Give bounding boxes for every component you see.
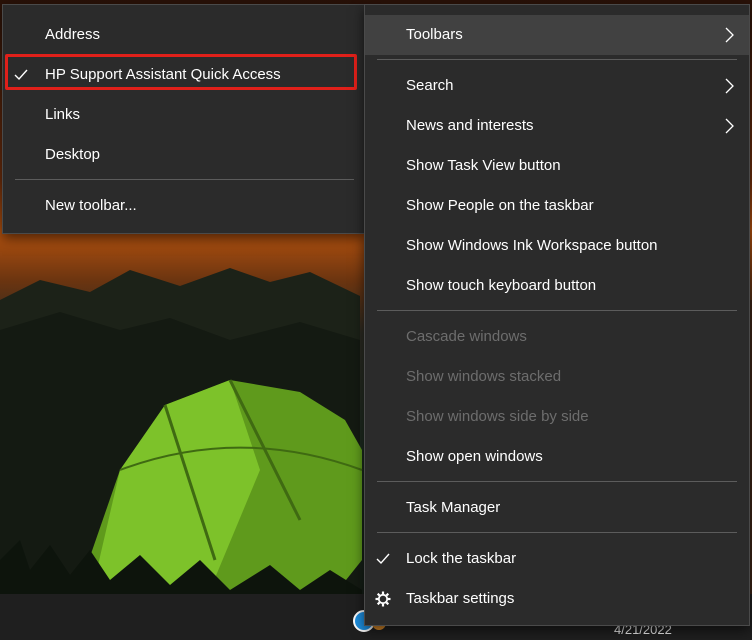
menu-item-news-and-interests[interactable]: News and interests (365, 106, 749, 146)
submenu-item-label: New toolbar... (45, 197, 137, 214)
menu-item-label: News and interests (406, 117, 534, 134)
menu-item-cascade-windows: Cascade windows (365, 317, 749, 357)
submenu-item-label: Desktop (45, 146, 101, 163)
taskbar-context-menu: Toolbars Search News and interests Show … (364, 4, 750, 626)
submenu-item-desktop[interactable]: Desktop (3, 135, 366, 175)
submenu-item-label: Address (45, 26, 101, 43)
submenu-item-links[interactable]: Links (3, 95, 366, 135)
menu-item-label: Search (406, 77, 454, 94)
menu-separator (15, 179, 354, 180)
menu-item-label: Show Windows Ink Workspace button (406, 237, 658, 254)
gear-icon (375, 579, 391, 619)
toolbars-submenu: Address HP Support Assistant Quick Acces… (2, 4, 367, 234)
menu-item-windows-stacked: Show windows stacked (365, 357, 749, 397)
menu-item-label: Show windows stacked (406, 368, 562, 385)
menu-separator (377, 532, 737, 533)
menu-item-windows-side-by-side: Show windows side by side (365, 397, 749, 437)
menu-item-label: Toolbars (406, 26, 463, 43)
menu-separator (377, 59, 737, 60)
menu-item-label: Show People on the taskbar (406, 197, 594, 214)
chevron-right-icon (725, 78, 734, 94)
menu-item-label: Cascade windows (406, 328, 527, 345)
menu-item-label: Lock the taskbar (406, 550, 517, 567)
menu-item-toolbars[interactable]: Toolbars (365, 15, 749, 55)
menu-item-label: Show Task View button (406, 157, 561, 174)
checkmark-icon (375, 539, 391, 579)
menu-item-show-people[interactable]: Show People on the taskbar (365, 186, 749, 226)
menu-item-show-task-view[interactable]: Show Task View button (365, 146, 749, 186)
menu-item-label: Show open windows (406, 448, 543, 465)
highlight-annotation (5, 54, 357, 90)
menu-separator (377, 310, 737, 311)
submenu-item-address[interactable]: Address (3, 15, 366, 55)
menu-item-label: Show touch keyboard button (406, 277, 597, 294)
menu-item-show-touch-keyboard[interactable]: Show touch keyboard button (365, 266, 749, 306)
submenu-item-label: Links (45, 106, 81, 123)
menu-item-label: Task Manager (406, 499, 501, 516)
menu-item-taskbar-settings[interactable]: Taskbar settings (365, 579, 749, 619)
menu-item-task-manager[interactable]: Task Manager (365, 488, 749, 528)
menu-item-show-open-windows[interactable]: Show open windows (365, 437, 749, 477)
menu-item-label: Show windows side by side (406, 408, 589, 425)
submenu-item-new-toolbar[interactable]: New toolbar... (3, 186, 366, 226)
chevron-right-icon (725, 118, 734, 134)
menu-separator (377, 481, 737, 482)
menu-item-label: Taskbar settings (406, 590, 515, 607)
menu-item-search[interactable]: Search (365, 66, 749, 106)
chevron-right-icon (725, 27, 734, 43)
menu-item-lock-taskbar[interactable]: Lock the taskbar (365, 539, 749, 579)
menu-item-show-windows-ink[interactable]: Show Windows Ink Workspace button (365, 226, 749, 266)
